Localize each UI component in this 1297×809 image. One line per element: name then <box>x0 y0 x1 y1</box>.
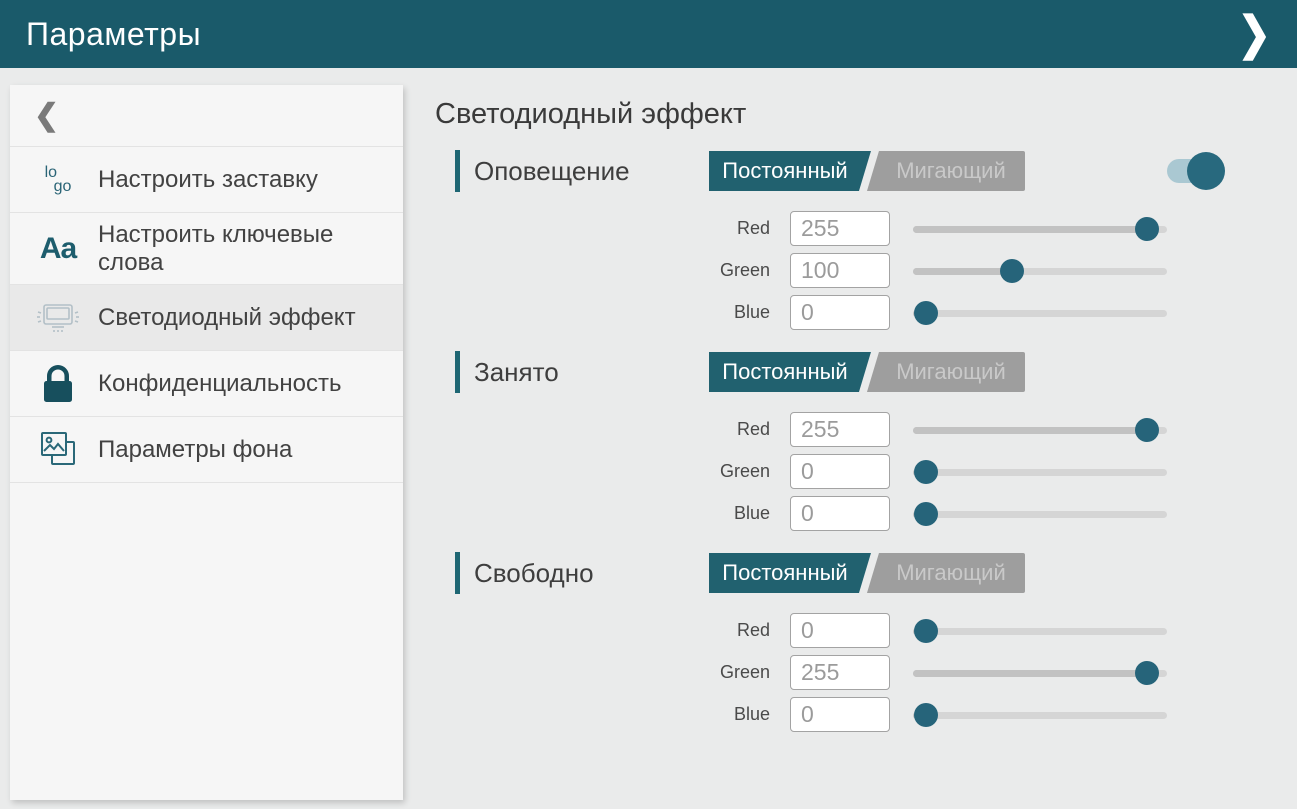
page-title: Параметры <box>26 16 201 53</box>
sidebar-item-splash-screen[interactable]: logo Настроить заставку <box>10 147 403 213</box>
mode-segmented-control: Постоянный Мигающий <box>709 352 1025 392</box>
logo-icon: logo <box>32 166 84 193</box>
slider-thumb[interactable] <box>1000 259 1024 283</box>
green-slider[interactable] <box>913 460 1167 484</box>
slider-thumb[interactable] <box>914 703 938 727</box>
rgb-row-green: Green <box>435 655 1277 690</box>
section-notification: Оповещение Постоянный Мигающий Red <box>435 150 1277 330</box>
slider-thumb[interactable] <box>914 460 938 484</box>
keywords-aa-icon: Aa <box>32 232 84 266</box>
mode-constant-button[interactable]: Постоянный <box>709 553 871 593</box>
red-slider[interactable] <box>913 418 1167 442</box>
rgb-row-red: Red <box>435 412 1277 447</box>
blue-value-input[interactable] <box>790 496 890 531</box>
sidebar-item-label: Конфиденциальность <box>98 370 341 398</box>
rgb-row-blue: Blue <box>435 496 1277 531</box>
red-slider[interactable] <box>913 619 1167 643</box>
rgb-row-blue: Blue <box>435 697 1277 732</box>
green-label: Green <box>435 662 790 683</box>
red-label: Red <box>435 218 790 239</box>
rgb-row-red: Red <box>435 211 1277 246</box>
forward-chevron-icon[interactable]: ❯ <box>1237 11 1271 57</box>
blue-slider[interactable] <box>913 301 1167 325</box>
slider-thumb[interactable] <box>914 502 938 526</box>
led-effect-panel: Светодиодный эффект Оповещение Постоянны… <box>435 85 1277 753</box>
mode-segmented-control: Постоянный Мигающий <box>709 151 1025 191</box>
mode-blinking-button[interactable]: Мигающий <box>867 553 1025 593</box>
section-accent-bar <box>455 351 460 393</box>
section-accent-bar <box>455 552 460 594</box>
blue-slider[interactable] <box>913 502 1167 526</box>
section-busy: Занято Постоянный Мигающий Red Green <box>435 351 1277 531</box>
green-value-input[interactable] <box>790 253 890 288</box>
content-title: Светодиодный эффект <box>435 98 1277 131</box>
blue-slider[interactable] <box>913 703 1167 727</box>
blue-label: Blue <box>435 302 790 323</box>
mode-blinking-button[interactable]: Мигающий <box>867 352 1025 392</box>
section-accent-bar <box>455 150 460 192</box>
red-label: Red <box>435 620 790 641</box>
app-header: Параметры ❯ <box>0 0 1297 68</box>
sidebar-item-label: Настроить заставку <box>98 166 318 194</box>
toggle-knob <box>1187 152 1225 190</box>
slider-thumb[interactable] <box>1135 661 1159 685</box>
section-title: Оповещение <box>474 156 709 187</box>
sidebar-item-label: Параметры фона <box>98 436 292 464</box>
back-chevron-icon: ❮ <box>34 98 59 133</box>
rgb-row-red: Red <box>435 613 1277 648</box>
red-slider[interactable] <box>913 217 1167 241</box>
slider-thumb[interactable] <box>914 619 938 643</box>
slider-thumb[interactable] <box>1135 418 1159 442</box>
mode-blinking-button[interactable]: Мигающий <box>867 151 1025 191</box>
mode-constant-button[interactable]: Постоянный <box>709 151 871 191</box>
sidebar-back-button[interactable]: ❮ <box>10 85 403 147</box>
rgb-row-green: Green <box>435 454 1277 489</box>
green-slider[interactable] <box>913 259 1167 283</box>
sidebar-item-label: Настроить ключевые слова <box>98 221 389 276</box>
slider-thumb[interactable] <box>1135 217 1159 241</box>
blue-value-input[interactable] <box>790 697 890 732</box>
sidebar-item-background[interactable]: Параметры фона <box>10 417 403 483</box>
green-label: Green <box>435 461 790 482</box>
sidebar-item-keywords[interactable]: Aa Настроить ключевые слова <box>10 213 403 285</box>
red-value-input[interactable] <box>790 211 890 246</box>
green-value-input[interactable] <box>790 655 890 690</box>
green-value-input[interactable] <box>790 454 890 489</box>
green-label: Green <box>435 260 790 281</box>
green-slider[interactable] <box>913 661 1167 685</box>
section-title: Свободно <box>474 558 709 589</box>
mode-segmented-control: Постоянный Мигающий <box>709 553 1025 593</box>
section-free: Свободно Постоянный Мигающий Red Green <box>435 552 1277 732</box>
blue-label: Blue <box>435 704 790 725</box>
sidebar-item-label: Светодиодный эффект <box>98 304 356 332</box>
mode-constant-button[interactable]: Постоянный <box>709 352 871 392</box>
notification-toggle[interactable] <box>1167 152 1225 190</box>
led-monitor-icon <box>32 300 84 336</box>
rgb-row-blue: Blue <box>435 295 1277 330</box>
red-value-input[interactable] <box>790 613 890 648</box>
settings-sidebar: ❮ logo Настроить заставку Aa Настроить к… <box>10 85 403 800</box>
section-title: Занято <box>474 357 709 388</box>
blue-label: Blue <box>435 503 790 524</box>
red-label: Red <box>435 419 790 440</box>
background-images-icon <box>32 429 84 471</box>
sidebar-item-privacy[interactable]: Конфиденциальность <box>10 351 403 417</box>
sidebar-item-led-effect[interactable]: Светодиодный эффект <box>10 285 403 351</box>
lock-icon <box>32 363 84 405</box>
red-value-input[interactable] <box>790 412 890 447</box>
blue-value-input[interactable] <box>790 295 890 330</box>
rgb-row-green: Green <box>435 253 1277 288</box>
slider-thumb[interactable] <box>914 301 938 325</box>
